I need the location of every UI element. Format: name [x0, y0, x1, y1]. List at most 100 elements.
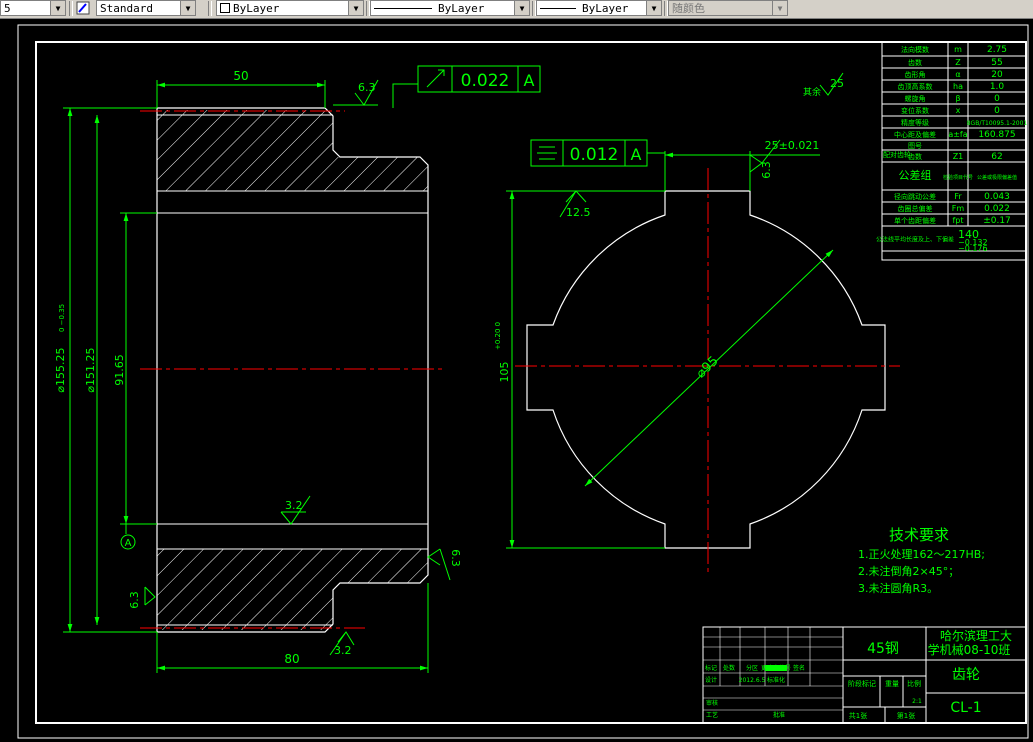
toolbar-separator [208, 1, 212, 16]
tech-item-3: 3.未注圆角R3。 [858, 581, 938, 595]
titleblock-cell-label: 签名 [793, 664, 805, 672]
tech-title: 技术要求 [889, 526, 949, 544]
param-row: 图号 [882, 140, 1026, 151]
param-name: 齿顶高系数 [898, 82, 933, 91]
dim-width-bottom: 80 [284, 652, 299, 666]
text-style-left-combo[interactable]: 5 ▼ [0, 0, 66, 16]
param-symbol: Z [955, 58, 961, 67]
roughness-125: 12.5 [566, 206, 591, 219]
properties-toolbar: 5 ▼ Standard ▼ ByLayer ▼ ByLayer ▼ ByLay… [0, 0, 1033, 19]
dim-outer-diameter: ⌀155.25 [54, 347, 67, 392]
param-value: 0 [994, 106, 1000, 116]
param-name: 图号 [908, 142, 922, 150]
runout-value: 0.022 [461, 71, 510, 91]
technical-requirements: 技术要求 1.正火处理162～217HB; 2.未注倒角2×45°； 3.未注圆… [858, 526, 985, 595]
param-value: 20 [991, 70, 1003, 80]
symmetry-datum: A [631, 145, 642, 164]
param-row: 螺旋角 β 0 [882, 92, 1026, 105]
runout-arrow-icon [426, 69, 445, 88]
param-symbol: Z1 [953, 152, 964, 161]
title-block: 标记处数分区更改文件号签名设计2012.6.5标准化审核工艺批准 45钢 哈尔滨… [702, 626, 1027, 724]
param-value: 1.0 [990, 82, 1005, 92]
drawing-code: CL-1 [950, 700, 981, 716]
bore-diameter-label: ⌀95 [694, 354, 722, 382]
param-symbol: ha [953, 82, 963, 91]
lineweight-combo[interactable]: ByLayer ▼ [536, 0, 662, 16]
titleblock-cell-label: 标准化 [767, 676, 785, 684]
param-value: 8GB/T10095.1-2001 [967, 120, 1028, 127]
param-symbol: x [956, 106, 961, 115]
roughness-63-key: 6.3 [760, 161, 773, 179]
param-name: 变位系数 [901, 106, 929, 115]
chevron-down-icon[interactable]: ▼ [514, 1, 529, 15]
plot-style-value: 随颜色 [672, 2, 705, 15]
param-name: 公法线平均长度及上、下偏差 [876, 236, 954, 244]
lineweight-value: ByLayer [582, 1, 629, 15]
param-row: 变位系数 x 0 [882, 104, 1026, 117]
param-tolerance: −0.176 [958, 244, 988, 253]
param-symbol: fpt [952, 216, 963, 225]
other-roughness-label: 其余 [803, 86, 821, 98]
line-sample-icon [540, 7, 576, 9]
param-value: 0 [994, 94, 1000, 104]
param-row: 精度等级 8GB/T10095.1-2001 [882, 116, 1028, 129]
param-row: 公法线平均长度及上、下偏差 140−0.132−0.176 [876, 228, 1026, 253]
param-name: 齿形角 [905, 70, 926, 79]
sheet-number: 第1张 [897, 711, 915, 720]
roughness-63-left: 6.3 [128, 591, 141, 609]
color-value: ByLayer [233, 1, 280, 15]
color-swatch-icon [220, 3, 230, 13]
param-value: ±0.17 [983, 216, 1011, 226]
top-hatch [157, 110, 428, 191]
linetype-value: ByLayer [438, 1, 485, 15]
roughness-63-top: 6.3 [358, 81, 376, 94]
chevron-down-icon[interactable]: ▼ [180, 1, 195, 15]
scale-value: 2:1 [912, 698, 922, 705]
chevron-down-icon[interactable]: ▼ [50, 1, 65, 15]
roughness-32-bore: 3.2 [285, 499, 303, 512]
filled-cell-marker [765, 665, 787, 671]
roughness-32-bottom: 3.2 [334, 644, 352, 657]
linetype-combo[interactable]: ByLayer ▼ [370, 0, 530, 16]
section-view: 50 80 ⌀155.25 0 −0.35 ⌀151.25 91.65 A 6.… [54, 65, 541, 673]
titleblock-cell-label: 设计 [705, 676, 717, 684]
param-row: 齿圈总偏差 Fm 0.022 [882, 202, 1026, 215]
material-label: 45钢 [867, 641, 899, 657]
param-symbol: β [955, 94, 960, 103]
chevron-down-icon[interactable]: ▼ [348, 1, 363, 15]
param-symbol: m [954, 45, 962, 54]
toolbar-separator [69, 1, 73, 16]
param-symbol: Fr [954, 192, 962, 201]
other-roughness-value: 25 [830, 77, 844, 90]
param-value: 2.75 [987, 45, 1007, 55]
paired-gear-label: 配对齿轮 [883, 150, 911, 159]
param-row: 齿顶高系数 ha 1.0 [882, 80, 1026, 93]
chevron-down-icon[interactable]: ▼ [646, 1, 661, 15]
param-row: 法向模数 m 2.75 [882, 42, 1026, 57]
bottom-hatch [157, 549, 428, 630]
param-name: 公差组 [899, 168, 932, 182]
titleblock-cell-label: 审核 [706, 699, 718, 707]
plot-style-combo: 随颜色 ▼ [668, 0, 788, 16]
dim-bore: 91.65 [113, 354, 126, 386]
school-line-2: 学机械08-10班 [928, 642, 1011, 657]
dim-style-combo[interactable]: Standard ▼ [96, 0, 196, 16]
total-sheets: 共1张 [849, 711, 867, 720]
text-style-icon[interactable] [76, 0, 92, 16]
chevron-down-icon: ▼ [772, 1, 787, 15]
titleblock-cell-label: 处数 [723, 664, 735, 672]
drawing-canvas[interactable]: 50 80 ⌀155.25 0 −0.35 ⌀151.25 91.65 A 6.… [0, 18, 1033, 742]
param-value: 55 [991, 58, 1002, 68]
dim-width-top: 50 [233, 69, 248, 83]
dim-key-width: 25±0.021 [765, 139, 820, 152]
part-name: 齿轮 [952, 667, 980, 683]
param-name: 螺旋角 [905, 94, 926, 103]
param-name: 单个齿距偏差 [894, 216, 936, 225]
tech-item-1: 1.正火处理162～217HB; [858, 548, 985, 561]
symmetry-icon [537, 146, 557, 160]
param-symbol: a±fa [948, 130, 967, 139]
dim-od-tolerance: 0 −0.35 [58, 304, 66, 332]
color-combo[interactable]: ByLayer ▼ [216, 0, 364, 16]
school-line-1: 哈尔滨理工大 [940, 628, 1012, 643]
param-row: 齿数 Z 55 [882, 56, 1026, 69]
